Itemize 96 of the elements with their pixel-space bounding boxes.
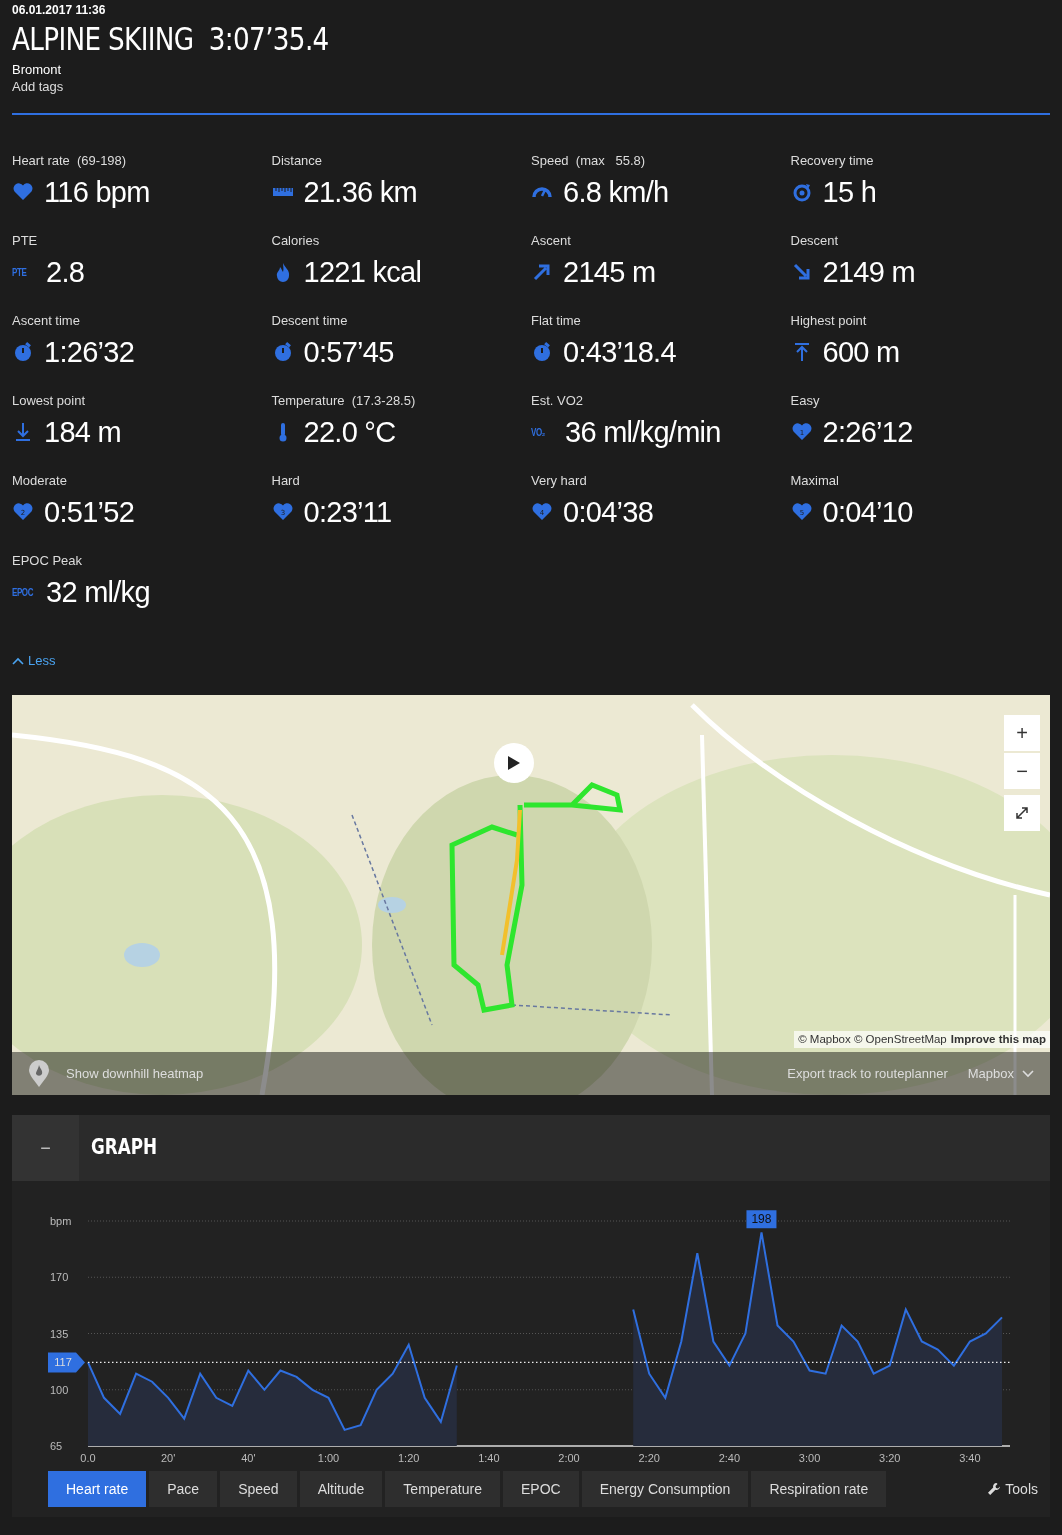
chevron-down-icon xyxy=(1022,1069,1034,1078)
stat-label: Maximal xyxy=(790,473,840,489)
y-axis-label: 170 xyxy=(50,1271,69,1284)
stopwatch-icon xyxy=(531,341,553,363)
stat-value: 1:26’32 xyxy=(44,335,135,369)
stat-value: 0:04’10 xyxy=(822,495,913,529)
stat-value: 0:04’38 xyxy=(563,495,654,529)
stat-label: Easy xyxy=(790,393,821,409)
x-axis-label: 2:20 xyxy=(638,1452,660,1464)
stat-label: Flat time xyxy=(531,313,582,329)
y-axis-label: 135 xyxy=(50,1327,69,1340)
stat-label: EPOC Peak xyxy=(12,553,84,569)
collapse-button[interactable]: − xyxy=(12,1115,79,1181)
stat-label: Highest point xyxy=(790,313,868,329)
graph-tab[interactable]: Speed xyxy=(220,1471,297,1507)
location-label: Bromont xyxy=(12,61,63,79)
zoom-in-button[interactable]: + xyxy=(1004,715,1040,751)
stat-label: Moderate xyxy=(12,473,68,489)
stat-label: Descent xyxy=(790,233,840,249)
peak-marker: 198 xyxy=(746,1210,777,1229)
stat-label: PTE xyxy=(12,233,39,249)
map-attribution: © Mapbox © OpenStreetMap xyxy=(798,1031,947,1047)
stat-value: 0:51’52 xyxy=(44,495,135,529)
stat-label: Hard xyxy=(271,473,301,489)
stat-label: Est. VO2 xyxy=(531,393,585,409)
stat-value: 0:57’45 xyxy=(303,335,394,369)
expand-icon xyxy=(1015,806,1029,820)
stat-value: 2.8 xyxy=(46,255,85,289)
x-axis-label: 0.0 xyxy=(80,1452,96,1464)
x-axis-label: 1:20 xyxy=(398,1452,420,1464)
x-axis-label: 40' xyxy=(241,1452,256,1464)
stat-value: 2149 m xyxy=(822,255,915,289)
play-icon xyxy=(507,755,521,771)
stat-value: 6.8 km/h xyxy=(563,175,669,209)
stat-label: Ascent time xyxy=(12,313,81,329)
stat-value: 1221 kcal xyxy=(303,255,422,289)
improve-map-link[interactable]: Improve this map xyxy=(950,1030,1046,1048)
stat-icon-label: EPOC xyxy=(12,585,32,600)
graph-tab[interactable]: Respiration rate xyxy=(751,1471,887,1507)
activity-title: ALPINE SKIING 3:07’35.4 xyxy=(12,19,329,59)
x-axis-label: 3:40 xyxy=(959,1452,981,1464)
add-tags-link[interactable]: Add tags xyxy=(12,79,64,95)
x-axis-label: 1:40 xyxy=(478,1452,500,1464)
average-marker: 117 xyxy=(48,1352,85,1373)
stat-value: 36 ml/kg/min xyxy=(565,415,721,449)
stat-value: 2:26’12 xyxy=(822,415,913,449)
activity-date: 06.01.2017 11:36 xyxy=(12,3,107,17)
fullscreen-button[interactable] xyxy=(1004,795,1040,831)
stat-icon-label: PTE xyxy=(12,265,28,280)
graph-tab[interactable]: Energy Consumption xyxy=(581,1471,749,1507)
y-axis-label: 65 xyxy=(50,1440,63,1452)
axis-unit-label: bpm xyxy=(50,1215,72,1227)
x-axis-label: 3:20 xyxy=(879,1452,901,1464)
heart-icon xyxy=(12,181,34,203)
stat-label: Speed (max 55.8) xyxy=(531,153,647,169)
annotation: 198 xyxy=(751,1212,772,1227)
stat-label: Heart rate (69-198) xyxy=(12,153,128,169)
stat-icon-label: VO₂ xyxy=(531,425,546,440)
y-axis-label: 100 xyxy=(50,1383,69,1396)
stat-label: Lowest point xyxy=(12,393,86,409)
less-link[interactable]: Less xyxy=(28,651,56,671)
stat-value: 2145 m xyxy=(563,255,656,289)
stat-value: 22.0 °C xyxy=(303,415,396,449)
x-axis-label: 2:40 xyxy=(718,1452,741,1464)
graph-title: GRAPH xyxy=(91,1134,158,1162)
zoom-out-button[interactable]: − xyxy=(1004,753,1040,789)
ref-line-label: 117 xyxy=(54,1356,72,1369)
stat-value: 32 ml/kg xyxy=(46,575,150,609)
stat-value: 600 m xyxy=(822,335,900,369)
graph-tab[interactable]: Heart rate xyxy=(48,1471,147,1507)
stat-label: Recovery time xyxy=(790,153,875,169)
tools-link[interactable]: Tools xyxy=(1005,1478,1038,1500)
stat-label: Calories xyxy=(271,233,321,249)
graph-tab[interactable]: Altitude xyxy=(299,1471,383,1507)
stat-value: 21.36 km xyxy=(303,175,417,209)
stat-label: Temperature (17.3-28.5) xyxy=(271,393,417,409)
stat-label: Distance xyxy=(271,153,324,169)
x-axis-label: 2:00 xyxy=(558,1452,580,1464)
stat-value: 184 m xyxy=(44,415,121,449)
stat-label: Descent time xyxy=(271,313,349,329)
stopwatch-icon xyxy=(12,341,34,363)
wrench-icon xyxy=(987,1482,1002,1496)
graph-tab[interactable]: EPOC xyxy=(502,1471,579,1507)
x-axis-label: 20' xyxy=(161,1452,176,1464)
x-axis-label: 3:00 xyxy=(798,1452,821,1464)
graph-tab[interactable]: Temperature xyxy=(385,1471,500,1507)
x-axis-label: 1:00 xyxy=(317,1452,340,1464)
stat-value: 116 bpm xyxy=(44,175,150,209)
stat-value: 0:43’18.4 xyxy=(563,335,676,369)
stat-value: 0:23’11 xyxy=(303,495,392,529)
flame-pin-icon xyxy=(28,1059,50,1088)
graph-tab[interactable]: Pace xyxy=(149,1471,218,1507)
chevron-up-icon xyxy=(12,657,24,665)
stat-label: Ascent xyxy=(531,233,572,249)
stat-value: 15 h xyxy=(822,175,877,209)
stat-label: Very hard xyxy=(531,473,588,489)
